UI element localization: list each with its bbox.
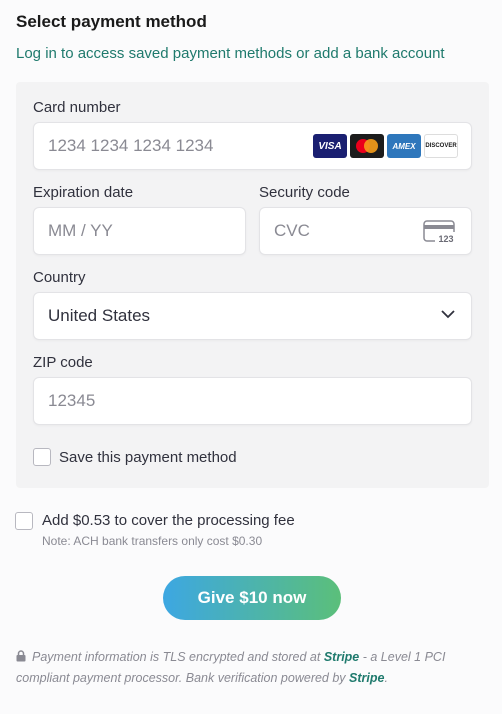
- card-form-panel: Card number 1234 1234 1234 1234 VISA AME…: [16, 82, 489, 488]
- footer-text-1: Payment information is TLS encrypted and…: [32, 650, 324, 664]
- footer-text-3: .: [384, 671, 388, 685]
- stripe-link-2[interactable]: Stripe: [349, 671, 384, 685]
- amex-icon: AMEX: [387, 134, 421, 158]
- expiration-input[interactable]: MM / YY: [33, 207, 246, 255]
- save-method-label: Save this payment method: [59, 449, 237, 466]
- zip-placeholder: 12345: [48, 391, 96, 410]
- stripe-link[interactable]: Stripe: [324, 650, 359, 664]
- card-number-input[interactable]: 1234 1234 1234 1234 VISA AMEX DISCOVER: [33, 122, 472, 170]
- page-title: Select payment method: [16, 12, 207, 31]
- visa-icon: VISA: [313, 134, 347, 158]
- security-footer: Payment information is TLS encrypted and…: [16, 647, 486, 689]
- chevron-down-icon: [441, 310, 455, 319]
- give-now-button[interactable]: Give $10 now: [163, 576, 341, 620]
- lock-icon: [16, 650, 26, 662]
- expiration-placeholder: MM / YY: [48, 221, 113, 240]
- save-method-checkbox[interactable]: [33, 448, 51, 466]
- mastercard-icon: [350, 134, 384, 158]
- country-select[interactable]: United States: [33, 292, 472, 340]
- country-value: United States: [48, 306, 151, 325]
- security-code-placeholder: CVC: [274, 221, 310, 240]
- country-label: Country: [33, 269, 86, 286]
- security-code-label: Security code: [259, 184, 350, 201]
- card-brand-logos: VISA AMEX DISCOVER: [313, 134, 458, 158]
- security-code-input[interactable]: CVC 123: [259, 207, 472, 255]
- zip-label: ZIP code: [33, 354, 93, 371]
- cvc-icon-text: 123: [438, 234, 453, 244]
- card-number-placeholder: 1234 1234 1234 1234: [48, 136, 214, 155]
- zip-input[interactable]: 12345: [33, 377, 472, 425]
- login-link[interactable]: Log in to access saved payment methods o…: [16, 45, 445, 62]
- cover-fee-label: Add $0.53 to cover the processing fee: [42, 512, 295, 529]
- ach-note: Note: ACH bank transfers only cost $0.30: [42, 534, 263, 548]
- cover-fee-checkbox[interactable]: [15, 512, 33, 530]
- discover-icon: DISCOVER: [424, 134, 458, 158]
- cvc-card-icon: 123: [423, 220, 457, 244]
- expiration-label: Expiration date: [33, 184, 134, 201]
- card-number-label: Card number: [33, 99, 121, 116]
